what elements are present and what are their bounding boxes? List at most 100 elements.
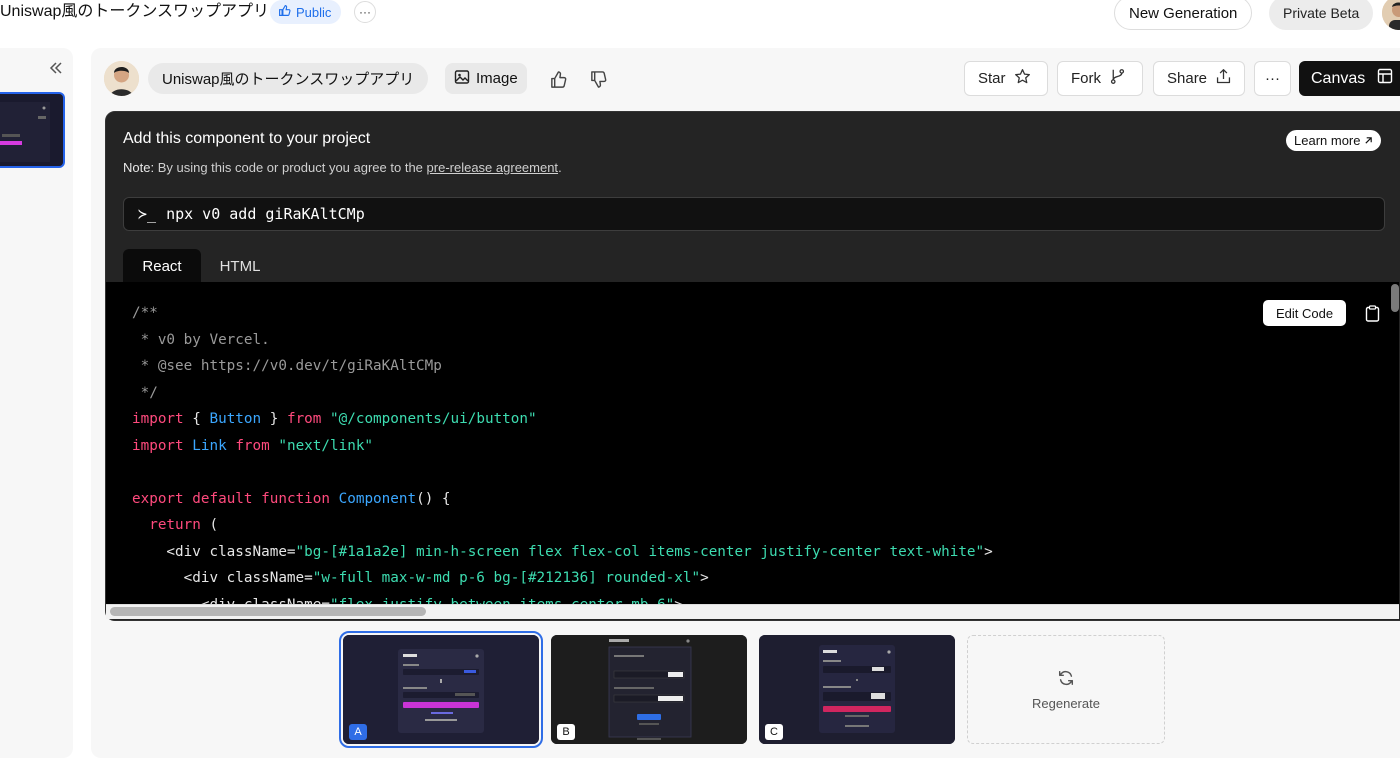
code-line: import { Button } from "@/components/ui/… (132, 406, 993, 433)
share-icon (1215, 68, 1232, 89)
code-token: from (286, 411, 322, 427)
thumbs-up-icon[interactable] (545, 66, 571, 92)
share-label: Share (1167, 70, 1208, 87)
code-token: default (192, 490, 253, 507)
code-token: "bg-[#1a1a2e] min-h-screen flex flex-col… (295, 543, 985, 560)
install-command-box[interactable]: ≻_ npx v0 add giRaKAltCMp (123, 197, 1385, 231)
code-token: { (183, 411, 210, 427)
code-token: from (235, 437, 270, 454)
star-icon (1014, 68, 1031, 89)
code-line: return ( (132, 512, 993, 539)
image-chip-label: Image (476, 70, 518, 87)
history-thumbnail[interactable] (0, 92, 65, 168)
code-token: Component (338, 490, 417, 507)
variant-b-label: B (557, 724, 575, 740)
code-token: * @see https://v0.dev/t/giRaKAltCMp (132, 358, 442, 374)
learn-more-link[interactable]: Learn more (1286, 130, 1382, 151)
private-beta-badge[interactable]: Private Beta (1269, 0, 1374, 30)
fork-icon (1109, 68, 1126, 89)
variant-c-label: C (765, 724, 783, 740)
arrow-up-right-icon (1364, 133, 1373, 148)
fork-button[interactable]: Fork (1057, 61, 1143, 96)
share-person-icon (278, 4, 291, 20)
code-horizontal-scrollbar[interactable] (110, 607, 426, 616)
code-token: > (984, 543, 993, 560)
star-label: Star (978, 70, 1006, 87)
image-attachment-button[interactable]: Image (445, 63, 527, 94)
code-token: } (261, 411, 287, 427)
code-line: export default function Component() { (132, 486, 993, 513)
code-line: import Link from "next/link" (132, 433, 993, 460)
code-token: /** (132, 305, 158, 321)
ellipsis-icon: ··· (1265, 70, 1280, 87)
learn-more-label: Learn more (1294, 133, 1361, 148)
code-token: "@/components/ui/button" (330, 411, 537, 427)
code-content: /** * v0 by Vercel. * @see https://v0.de… (132, 300, 993, 618)
code-token: import (132, 411, 184, 427)
code-token: > (700, 570, 709, 586)
prompt-message: Uniswap風のトークンスワップアプリ (148, 63, 429, 94)
star-button[interactable]: Star (964, 61, 1048, 96)
code-token: import (132, 437, 184, 454)
code-token: Button (209, 411, 262, 427)
code-token: function (261, 490, 331, 507)
thumbs-down-icon[interactable] (585, 66, 611, 92)
note-prefix: Note: (123, 160, 155, 175)
code-line: * @see https://v0.dev/t/giRaKAltCMp (132, 353, 993, 380)
ellipsis-icon: ··· (359, 5, 371, 19)
code-token: */ (132, 384, 158, 401)
code-token: export (132, 490, 184, 507)
fork-label: Fork (1071, 70, 1101, 87)
code-token: "w-full max-w-md p-6 bg-[#212136] rounde… (312, 570, 701, 586)
code-line: /** (132, 300, 993, 327)
share-button[interactable]: Share (1153, 61, 1245, 96)
image-icon (454, 69, 470, 89)
canvas-label: Canvas (1311, 69, 1366, 87)
pre-release-agreement-link[interactable]: pre-release agreement (427, 160, 559, 175)
code-vertical-scrollbar[interactable] (1391, 284, 1399, 312)
collapse-sidebar-icon[interactable] (46, 58, 66, 78)
terminal-prompt-icon: ≻_ (138, 205, 157, 223)
code-token: () { (416, 490, 451, 507)
regenerate-label: Regenerate (1032, 695, 1100, 711)
variant-c-thumbnail[interactable]: C (759, 635, 955, 744)
agreement-note: Note: By using this code or product you … (123, 160, 562, 175)
code-token: * v0 by Vercel. (132, 331, 270, 348)
copy-clipboard-icon[interactable] (1362, 303, 1382, 323)
project-title: Uniswap風のトークンスワップアプリ (0, 3, 270, 20)
edit-code-button[interactable]: Edit Code (1263, 300, 1347, 326)
note-suffix: . (558, 160, 562, 175)
project-more-button[interactable]: ··· (354, 1, 376, 23)
code-line: */ (132, 380, 993, 407)
user-avatar[interactable] (1382, 0, 1400, 30)
code-token: ( (200, 517, 219, 533)
code-token: Link (192, 437, 227, 454)
code-token: return (149, 517, 201, 533)
code-token: "next/link" (278, 437, 374, 454)
code-line: <div className="bg-[#1a1a2e] min-h-scree… (132, 539, 993, 566)
visibility-label: Public (296, 4, 332, 20)
canvas-button[interactable]: Canvas (1299, 61, 1400, 96)
canvas-layout-icon (1377, 68, 1393, 89)
note-text: By using this code or product you agree … (154, 160, 427, 175)
code-token: <div className= (132, 543, 296, 560)
refresh-icon (1057, 669, 1075, 690)
prompt-author-avatar (104, 61, 139, 96)
tab-react[interactable]: React (123, 249, 201, 283)
visibility-badge[interactable]: Public (270, 0, 342, 24)
regenerate-button[interactable]: Regenerate (967, 635, 1165, 744)
variant-a-thumbnail[interactable]: A (339, 631, 543, 748)
more-options-button[interactable]: ··· (1254, 61, 1291, 96)
tab-html[interactable]: HTML (209, 249, 271, 283)
new-generation-button[interactable]: New Generation (1114, 0, 1253, 30)
card-title: Add this component to your project (123, 130, 371, 147)
variant-a-label: A (349, 724, 367, 740)
code-token: <div className= (132, 570, 313, 586)
variant-b-thumbnail[interactable]: B (551, 635, 747, 744)
